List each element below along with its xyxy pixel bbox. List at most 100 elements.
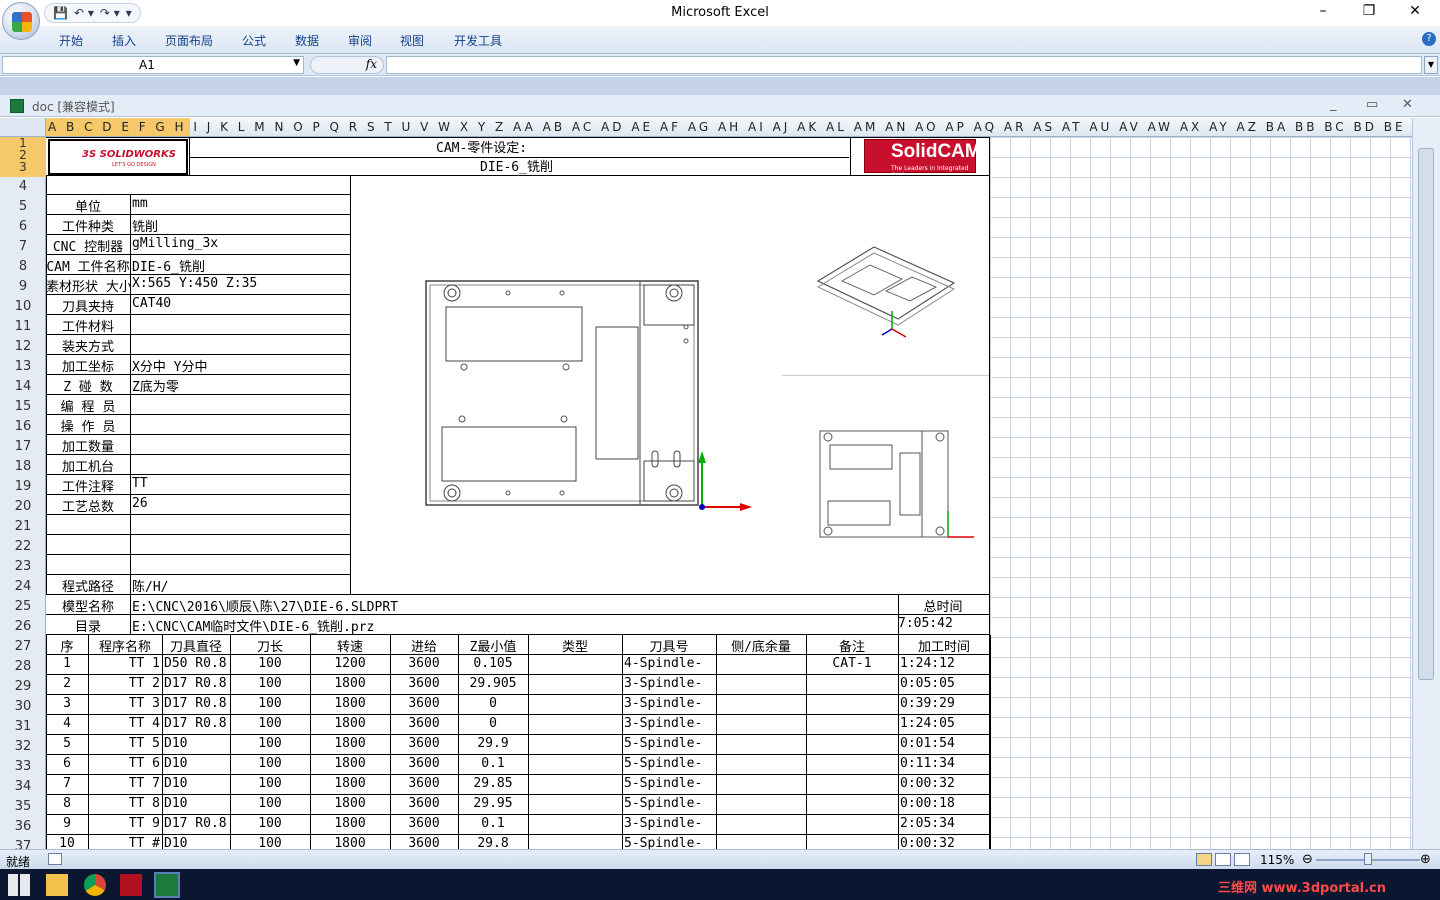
close-button[interactable]: ✕ bbox=[1392, 3, 1438, 19]
chrome-icon[interactable] bbox=[84, 874, 106, 896]
info-label[interactable]: 加工坐标 bbox=[46, 356, 130, 375]
table-cell[interactable]: 0.105 bbox=[460, 656, 526, 671]
workbook-close-button[interactable]: ✕ bbox=[1402, 97, 1413, 112]
table-cell[interactable]: 1800 bbox=[312, 696, 388, 711]
info-label[interactable]: CAM 工件名称 bbox=[46, 256, 130, 275]
row-number[interactable]: 7 bbox=[0, 239, 46, 254]
row-number[interactable]: 8 bbox=[0, 259, 46, 274]
row-number[interactable]: 10 bbox=[0, 299, 46, 314]
info-label[interactable]: 素材形状 大小 bbox=[46, 276, 130, 295]
row-number[interactable]: 11 bbox=[0, 319, 46, 334]
table-header[interactable]: 程序名称 bbox=[89, 636, 161, 655]
table-cell[interactable]: 2 bbox=[48, 676, 86, 691]
table-cell[interactable]: D10 bbox=[164, 756, 228, 771]
row-headers[interactable]: 1 2 3 4 5 6 7 8 9 10 11 12 13 14 15 16 17 18 19 20 21 22 23 24 2… bbox=[0, 136, 46, 849]
table-cell[interactable]: 1800 bbox=[312, 716, 388, 731]
table-cell[interactable]: 3-Spindle- bbox=[624, 696, 714, 711]
help-icon[interactable]: ? bbox=[1422, 32, 1436, 46]
row-number[interactable]: 20 bbox=[0, 499, 46, 514]
tab-insert[interactable]: 插入 bbox=[112, 32, 136, 49]
table-cell[interactable]: 3600 bbox=[392, 776, 456, 791]
table-cell[interactable]: 0.1 bbox=[460, 756, 526, 771]
windows-start-icon[interactable] bbox=[8, 874, 30, 896]
table-cell[interactable]: D17 R0.8 bbox=[164, 696, 228, 711]
table-cell[interactable]: 3-Spindle- bbox=[624, 816, 714, 831]
info-label[interactable]: 操 作 员 bbox=[46, 416, 130, 435]
insert-function-button[interactable]: fx bbox=[310, 56, 384, 74]
table-cell[interactable]: 0:39:29 bbox=[900, 696, 988, 711]
table-cell[interactable]: 1800 bbox=[312, 676, 388, 691]
table-cell[interactable]: 8 bbox=[48, 796, 86, 811]
info-value[interactable]: 26 bbox=[132, 496, 348, 511]
row-number[interactable]: 28 bbox=[0, 659, 46, 674]
table-header[interactable]: 刀具号 bbox=[623, 636, 715, 655]
table-cell[interactable]: 1:24:12 bbox=[900, 656, 988, 671]
table-cell[interactable]: CAT-1 bbox=[808, 656, 896, 671]
name-box[interactable]: A1 ▼ bbox=[2, 56, 304, 74]
table-cell[interactable]: 100 bbox=[232, 696, 308, 711]
table-cell[interactable]: 10 bbox=[48, 836, 86, 849]
table-cell[interactable]: 0:01:54 bbox=[900, 736, 988, 751]
model-name-label[interactable]: 模型名称 bbox=[46, 596, 130, 615]
restore-button[interactable]: ❐ bbox=[1346, 3, 1392, 19]
zoom-slider-thumb[interactable] bbox=[1364, 853, 1372, 865]
table-cell[interactable]: D50 R0.8 bbox=[164, 656, 228, 671]
table-cell[interactable]: 3600 bbox=[392, 696, 456, 711]
table-cell[interactable]: 3600 bbox=[392, 736, 456, 751]
info-label[interactable]: 程式路径 bbox=[46, 576, 130, 595]
tab-review[interactable]: 审阅 bbox=[348, 32, 372, 49]
table-cell[interactable]: 6 bbox=[48, 756, 86, 771]
table-cell[interactable]: 1800 bbox=[312, 816, 388, 831]
table-cell[interactable]: TT # bbox=[90, 836, 160, 849]
table-cell[interactable]: TT 6 bbox=[90, 756, 160, 771]
worksheet[interactable]: A B C D E F G H I J K L M N O P Q R S T … bbox=[0, 118, 1440, 849]
chevron-down-icon[interactable]: ▼ bbox=[293, 58, 300, 68]
row-number[interactable]: 32 bbox=[0, 739, 46, 754]
table-cell[interactable]: D17 R0.8 bbox=[164, 716, 228, 731]
table-header[interactable]: Z最小值 bbox=[459, 636, 527, 655]
normal-view-icon[interactable] bbox=[1196, 853, 1212, 866]
table-cell[interactable]: 3-Spindle- bbox=[624, 676, 714, 691]
page-layout-view-icon[interactable] bbox=[1215, 853, 1231, 866]
table-cell[interactable]: 100 bbox=[232, 736, 308, 751]
row-number[interactable]: 22 bbox=[0, 539, 46, 554]
info-label[interactable]: 加工数量 bbox=[46, 436, 130, 455]
table-cell[interactable]: 5-Spindle- bbox=[624, 756, 714, 771]
row-number[interactable]: 3 bbox=[0, 160, 46, 174]
total-time-label[interactable]: 总时间 bbox=[898, 596, 988, 615]
info-value[interactable]: Z底为零 bbox=[132, 376, 348, 395]
table-cell[interactable]: 5-Spindle- bbox=[624, 836, 714, 849]
table-cell[interactable]: 5-Spindle- bbox=[624, 776, 714, 791]
table-cell[interactable]: D17 R0.8 bbox=[164, 676, 228, 691]
vertical-scrollbar[interactable] bbox=[1412, 118, 1440, 849]
workbook-restore-button[interactable]: ▭ bbox=[1366, 97, 1378, 112]
table-cell[interactable]: TT 8 bbox=[90, 796, 160, 811]
table-cell[interactable]: D10 bbox=[164, 736, 228, 751]
table-cell[interactable]: 100 bbox=[232, 796, 308, 811]
zoom-out-icon[interactable]: ⊖ bbox=[1302, 852, 1313, 867]
excel-taskbar-icon[interactable] bbox=[154, 872, 180, 898]
info-label[interactable]: 工件注释 bbox=[46, 476, 130, 495]
info-label[interactable]: 工件种类 bbox=[46, 216, 130, 235]
table-cell[interactable]: 29.85 bbox=[460, 776, 526, 791]
table-cell[interactable]: 3600 bbox=[392, 816, 456, 831]
formula-input[interactable] bbox=[386, 56, 1422, 74]
directory-label[interactable]: 目录 bbox=[46, 616, 130, 635]
table-cell[interactable]: TT 3 bbox=[90, 696, 160, 711]
row-number[interactable]: 27 bbox=[0, 639, 46, 654]
table-cell[interactable]: TT 2 bbox=[90, 676, 160, 691]
table-cell[interactable]: TT 7 bbox=[90, 776, 160, 791]
row-number[interactable]: 23 bbox=[0, 559, 46, 574]
table-cell[interactable]: 0 bbox=[460, 716, 526, 731]
info-value[interactable]: X:565 Y:450 Z:35 bbox=[132, 276, 348, 291]
info-value[interactable]: CAT40 bbox=[132, 296, 348, 311]
row-number[interactable]: 16 bbox=[0, 419, 46, 434]
table-cell[interactable]: 100 bbox=[232, 756, 308, 771]
table-cell[interactable]: D10 bbox=[164, 796, 228, 811]
table-cell[interactable]: 1:24:05 bbox=[900, 716, 988, 731]
table-cell[interactable]: 100 bbox=[232, 716, 308, 731]
zoom-level[interactable]: 115% bbox=[1260, 853, 1294, 867]
info-value[interactable]: DIE-6_铣削 bbox=[132, 256, 348, 275]
tab-formulas[interactable]: 公式 bbox=[242, 32, 266, 49]
row-number[interactable]: 24 bbox=[0, 579, 46, 594]
